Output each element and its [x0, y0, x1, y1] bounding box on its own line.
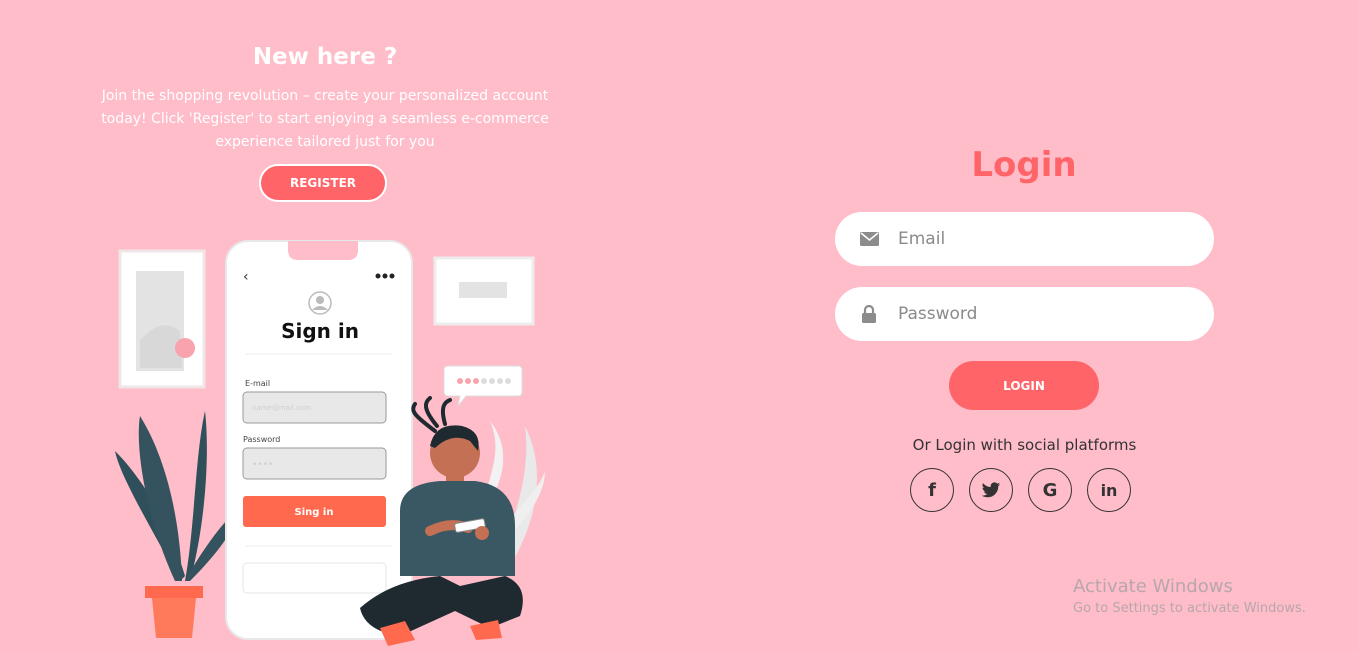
linkedin-button[interactable]: in: [1087, 468, 1131, 512]
phone-signin-button: Sing in: [295, 507, 334, 518]
phone-password-value: ••••: [252, 460, 273, 470]
google-button[interactable]: G: [1028, 468, 1072, 512]
twitter-icon: [981, 481, 1001, 497]
twitter-button[interactable]: [969, 468, 1013, 512]
signup-panel: New here ? Join the shopping revolution …: [0, 0, 650, 651]
lock-icon: [859, 304, 879, 324]
phone-title: Sign in: [281, 319, 359, 343]
facebook-icon: f: [928, 479, 936, 501]
activate-windows-watermark: Activate Windows Go to Settings to activ…: [1073, 576, 1306, 616]
email-field[interactable]: [835, 212, 1214, 266]
svg-text:‹: ‹: [243, 269, 249, 285]
password-field[interactable]: [835, 287, 1214, 341]
envelope-icon: [859, 229, 879, 249]
social-buttons: f G in: [910, 468, 1131, 512]
login-button[interactable]: LOGIN: [949, 361, 1099, 410]
signin-illustration: ‹ Sign in E-mail name@mail.com Password …: [115, 240, 545, 646]
linkedin-icon: in: [1100, 480, 1118, 500]
watermark-title: Activate Windows: [1073, 576, 1233, 597]
signup-description: Join the shopping revolution – create yo…: [101, 88, 549, 150]
login-title: Login: [971, 145, 1077, 185]
google-icon: G: [1042, 479, 1058, 501]
facebook-button[interactable]: f: [910, 468, 954, 512]
email-input[interactable]: [896, 228, 1190, 250]
phone-password-label: Password: [243, 435, 280, 444]
register-button[interactable]: REGISTER: [259, 164, 387, 202]
watermark-subtitle: Go to Settings to activate Windows.: [1073, 601, 1306, 616]
password-input[interactable]: [896, 303, 1190, 325]
phone-email-label: E-mail: [245, 379, 270, 388]
phone-email-value: name@mail.com: [252, 404, 311, 412]
social-login-text: Or Login with social platforms: [912, 436, 1137, 454]
signup-title: New here ?: [252, 44, 398, 70]
